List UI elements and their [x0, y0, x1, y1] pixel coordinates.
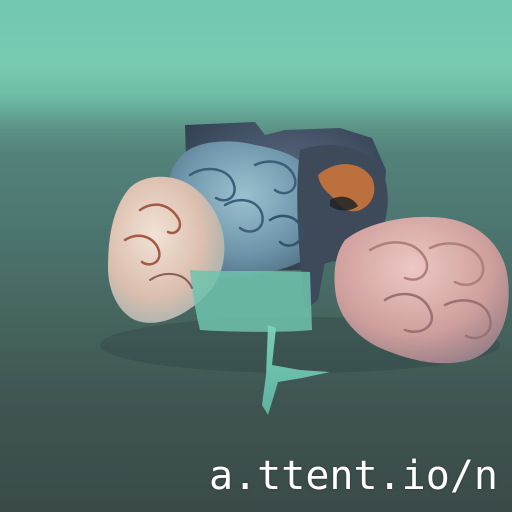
- teal-base-block: [190, 270, 312, 332]
- brain-sculpture-illustration: [100, 122, 509, 415]
- watermark-text: a.ttent.io/n: [209, 453, 498, 499]
- image-canvas: a.ttent.io/n: [0, 0, 512, 512]
